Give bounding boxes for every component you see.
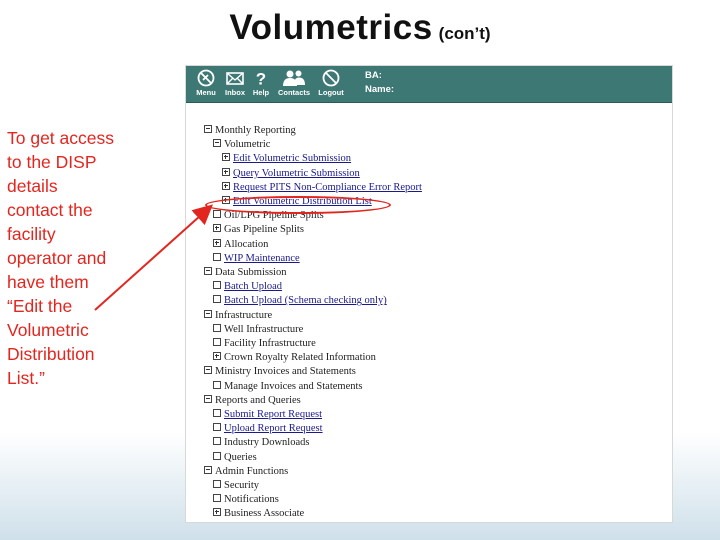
pointer-arrow [94, 204, 213, 311]
